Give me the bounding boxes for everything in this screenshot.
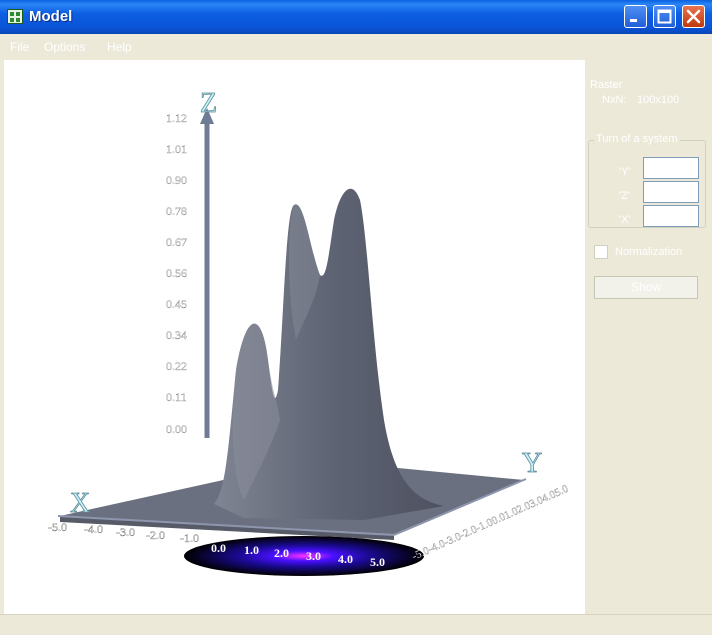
svg-text:0.67: 0.67: [166, 235, 187, 249]
app-icon: [7, 9, 23, 24]
title-bar[interactable]: Model: [0, 0, 712, 34]
normalization-label[interactable]: Normalization: [615, 246, 682, 258]
z-rotation-field[interactable]: [643, 181, 699, 203]
plot-canvas[interactable]: 1.12 1.01 0.90 0.78 0.67 0.56 0.45 0.34 …: [4, 60, 585, 614]
svg-text:3.0: 3.0: [306, 549, 321, 563]
close-button[interactable]: [682, 5, 705, 28]
svg-text:-1.0: -1.0: [180, 531, 199, 545]
x-rotation-label: 'X': [619, 214, 631, 226]
y-rotation-field[interactable]: [643, 157, 699, 179]
surface-plot: 1.12 1.01 0.90 0.78 0.67 0.56 0.45 0.34 …: [48, 88, 571, 576]
svg-text:0.90: 0.90: [166, 173, 187, 187]
svg-text:0.45: 0.45: [166, 297, 187, 311]
svg-text:-4.0: -4.0: [84, 522, 103, 536]
raster-label: Raster: [590, 79, 623, 91]
menu-options[interactable]: Options: [44, 40, 85, 54]
maximize-icon: [657, 9, 672, 24]
svg-text:-3.0: -3.0: [116, 525, 135, 539]
status-bar: [0, 614, 712, 635]
svg-text:1.12: 1.12: [166, 111, 187, 125]
nxn-value: 100x100: [637, 94, 680, 106]
normalization-checkbox[interactable]: [594, 245, 608, 259]
y-axis-letter: Y: [522, 448, 542, 479]
svg-text:1.0: 1.0: [244, 543, 259, 557]
maximize-button[interactable]: [653, 5, 676, 28]
svg-text:2.0: 2.0: [274, 546, 289, 560]
svg-text:0.0: 0.0: [211, 541, 226, 555]
z-tick-labels: 1.12 1.01 0.90 0.78 0.67 0.56 0.45 0.34 …: [166, 111, 187, 436]
minimize-button[interactable]: [624, 5, 647, 28]
z-rotation-label: 'Z': [619, 190, 630, 202]
x-rotation-field[interactable]: [643, 205, 699, 227]
svg-text:0.11: 0.11: [166, 390, 187, 404]
svg-text:0.78: 0.78: [166, 204, 187, 218]
svg-text:4.0: 4.0: [338, 552, 353, 566]
window-title: Model: [29, 8, 73, 25]
z-axis-letter: Z: [200, 88, 217, 119]
svg-text:-2.0: -2.0: [146, 528, 165, 542]
svg-text:0.56: 0.56: [166, 266, 187, 280]
turn-of-system-title: Turn of a system: [594, 133, 680, 145]
minimize-icon: [630, 19, 637, 22]
menu-help[interactable]: Help: [107, 40, 132, 54]
svg-text:1.01: 1.01: [166, 142, 187, 156]
svg-text:-5.0: -5.0: [48, 520, 67, 534]
nxn-label: NxN:: [602, 94, 627, 106]
y-rotation-label: 'Y': [619, 166, 631, 178]
svg-text:5.0: 5.0: [370, 555, 385, 569]
svg-text:0.34: 0.34: [166, 328, 187, 342]
svg-text:0.22: 0.22: [166, 359, 187, 373]
close-icon: [686, 9, 701, 24]
show-button[interactable]: Show: [594, 276, 698, 299]
svg-text:0.00: 0.00: [166, 422, 187, 436]
x-axis-letter: X: [70, 488, 90, 519]
menu-file[interactable]: File: [10, 40, 29, 54]
